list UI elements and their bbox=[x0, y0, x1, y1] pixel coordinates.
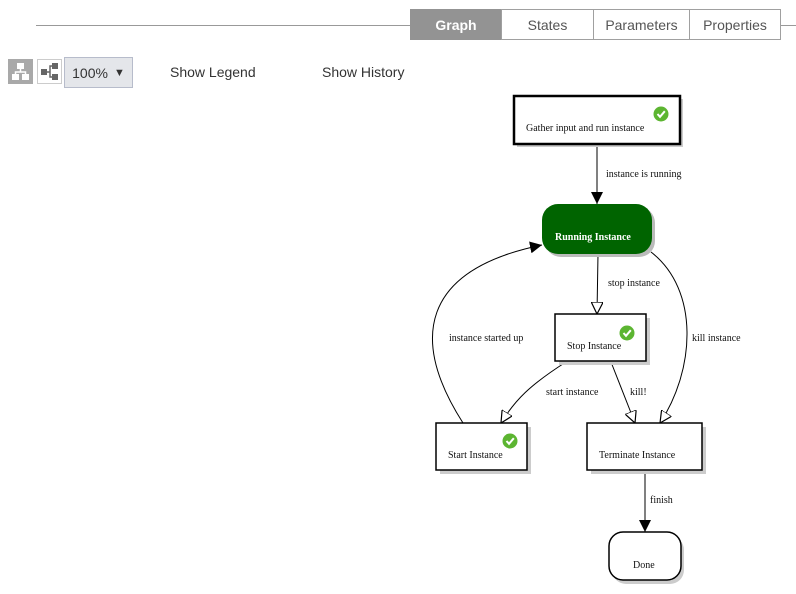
edge-label: stop instance bbox=[608, 278, 660, 289]
check-icon bbox=[652, 105, 670, 123]
node-gather-input[interactable]: Gather input and run instance bbox=[512, 94, 683, 147]
node-label: Done bbox=[633, 560, 655, 571]
node-stop-instance[interactable]: Stop Instance bbox=[554, 313, 650, 365]
node-terminate-instance[interactable]: Terminate Instance bbox=[586, 422, 706, 474]
edge-label: kill instance bbox=[692, 333, 741, 344]
check-icon bbox=[618, 324, 636, 342]
edge-label: kill! bbox=[630, 387, 647, 398]
node-start-instance[interactable]: Start Instance bbox=[435, 422, 531, 474]
workflow-graph: instance is running stop instance kill i… bbox=[432, 94, 741, 584]
edge-label: start instance bbox=[546, 387, 599, 398]
edge-label: instance is running bbox=[606, 169, 682, 180]
edge-label: finish bbox=[650, 495, 673, 506]
edge-label: instance started up bbox=[449, 333, 523, 344]
edge-running-stop bbox=[597, 253, 598, 314]
node-running-instance[interactable]: Running Instance bbox=[542, 204, 655, 257]
node-done[interactable]: Done bbox=[608, 531, 684, 584]
node-label: Start Instance bbox=[448, 450, 503, 461]
check-icon bbox=[501, 432, 519, 450]
node-label: Stop Instance bbox=[567, 341, 622, 352]
node-label: Running Instance bbox=[555, 232, 631, 243]
node-label: Terminate Instance bbox=[599, 450, 676, 461]
node-label: Gather input and run instance bbox=[526, 123, 645, 134]
